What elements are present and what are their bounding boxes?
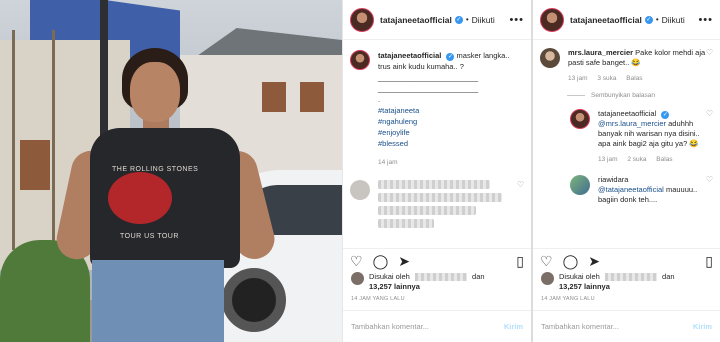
post-caption-panel: tatajaneetaofficial ✓ • Diikuti ••• tata… xyxy=(342,0,531,342)
comment-likes[interactable]: 3 suka xyxy=(597,75,616,82)
hide-replies-label[interactable]: Sembunyikan balasan xyxy=(591,92,655,99)
heart-icon[interactable]: ♡ xyxy=(517,180,524,189)
heart-icon[interactable]: ♡ xyxy=(706,109,713,165)
jeans xyxy=(92,260,224,342)
bookmark-icon[interactable]: ▯ xyxy=(705,253,713,270)
emoji: 😂 xyxy=(689,139,699,148)
comment-time: 13 jam xyxy=(568,75,588,82)
comment-composer: Kirim xyxy=(343,310,531,342)
send-button[interactable]: Kirim xyxy=(693,322,712,331)
post-header: tatajaneetaofficial ✓ • Diikuti ••• xyxy=(533,0,720,40)
post-photo[interactable]: THE ROLLING STONES TOUR US TOUR xyxy=(0,0,342,342)
avatar xyxy=(541,272,554,285)
follow-status[interactable]: Diikuti xyxy=(472,15,495,25)
hashtag[interactable]: #ngahuleng xyxy=(378,116,510,127)
hashtag[interactable]: #enjoylife xyxy=(378,127,510,138)
caption-avatar[interactable] xyxy=(350,50,370,70)
hide-replies[interactable]: Sembunyikan balasan xyxy=(533,84,720,99)
comment: mrs.laura_mercier Pake kolor mehdi aja p… xyxy=(533,40,720,84)
blurred-name xyxy=(414,273,467,282)
share-icon[interactable]: ➤ xyxy=(398,253,410,270)
heart-icon[interactable]: ♡ xyxy=(350,253,363,270)
caption-time: 14 jam xyxy=(378,159,398,166)
reply-time: 13 jam xyxy=(598,156,618,163)
comment-input[interactable] xyxy=(351,322,504,331)
likes-suffix: dan xyxy=(662,272,675,281)
emoji: 😂 xyxy=(631,58,641,67)
post-comments-panel: tatajaneetaofficial ✓ • Diikuti ••• mrs.… xyxy=(531,0,720,342)
instagram-post-screenshot: THE ROLLING STONES TOUR US TOUR tatajane… xyxy=(0,0,720,342)
blurred-name xyxy=(604,273,657,282)
likes-summary: Disukai oleh dan 13,257 lainnya xyxy=(541,272,675,292)
reply-button[interactable]: Balas xyxy=(656,156,672,163)
verified-icon: ✓ xyxy=(644,15,653,24)
send-button[interactable]: Kirim xyxy=(504,322,523,331)
more-icon[interactable]: ••• xyxy=(698,14,713,26)
comment-composer: Kirim xyxy=(533,310,720,342)
comment-icon[interactable]: ◯ xyxy=(373,253,389,270)
tongue-logo xyxy=(108,172,172,224)
caption-text-1: masker langka.. xyxy=(456,51,510,60)
likes-summary: Disukai oleh dan 13,257 lainnya xyxy=(351,272,485,292)
caption-username[interactable]: tatajaneetaofficial xyxy=(378,51,441,60)
likes-prefix: Disukai oleh xyxy=(369,272,410,281)
reply: tatajaneetaofficial ✓ @mrs.laura_mercier… xyxy=(533,99,720,165)
follow-status[interactable]: Diikuti xyxy=(662,15,685,25)
verified-icon: ✓ xyxy=(661,111,670,119)
post-timestamp: 14 JAM YANG LALU xyxy=(351,296,405,302)
reply: riawidara @tatajaneetaofficial mauuuu.. … xyxy=(533,165,720,205)
avatar xyxy=(350,180,370,200)
more-icon[interactable]: ••• xyxy=(509,14,524,26)
post-header: tatajaneetaofficial ✓ • Diikuti ••• xyxy=(343,0,531,40)
post-timestamp: 14 JAM YANG LALU xyxy=(541,296,595,302)
face xyxy=(130,62,180,122)
comment-input[interactable] xyxy=(541,322,693,331)
verified-icon: ✓ xyxy=(446,53,455,61)
action-bar: ♡ ◯ ➤ ▯ xyxy=(533,248,720,270)
avatar[interactable] xyxy=(350,7,374,32)
caption-divider: ________________________ xyxy=(378,84,479,93)
avatar[interactable] xyxy=(570,175,590,195)
reply-username[interactable]: riawidara xyxy=(598,175,628,184)
avatar xyxy=(351,272,364,285)
likes-suffix: dan xyxy=(472,272,485,281)
car-wheel xyxy=(222,268,286,332)
verified-icon: ✓ xyxy=(454,15,463,24)
hashtag[interactable]: #tatajaneeta xyxy=(378,105,510,116)
mention[interactable]: @mrs.laura_mercier xyxy=(598,119,666,128)
heart-icon[interactable]: ♡ xyxy=(540,253,553,270)
comment-icon[interactable]: ◯ xyxy=(563,253,579,270)
reply-username[interactable]: tatajaneetaofficial xyxy=(598,109,656,118)
caption: tatajaneetaofficial ✓ masker langka.. tr… xyxy=(343,40,531,168)
shirt-text-top: THE ROLLING STONES xyxy=(112,166,199,173)
likes-prefix: Disukai oleh xyxy=(559,272,600,281)
likes-count[interactable]: 13,257 lainnya xyxy=(369,282,420,291)
blurred-comment: ♡ xyxy=(343,168,531,232)
avatar[interactable] xyxy=(540,48,560,68)
bookmark-icon[interactable]: ▯ xyxy=(516,253,524,270)
avatar[interactable] xyxy=(540,7,564,32)
reply-button[interactable]: Balas xyxy=(626,75,642,82)
comment-username[interactable]: mrs.laura_mercier xyxy=(568,48,633,57)
avatar[interactable] xyxy=(570,109,590,129)
likes-count[interactable]: 13,257 lainnya xyxy=(559,282,610,291)
action-bar: ♡ ◯ ➤ ▯ xyxy=(343,248,531,270)
hashtag[interactable]: #blessed xyxy=(378,138,510,149)
reply-likes[interactable]: 2 suka xyxy=(627,156,646,163)
shirt-text-bottom: TOUR US TOUR xyxy=(120,233,179,240)
heart-icon[interactable]: ♡ xyxy=(706,175,713,205)
caption-text-2: trus aink kudu kumaha.. ? xyxy=(378,62,464,71)
share-icon[interactable]: ➤ xyxy=(588,253,600,270)
heart-icon[interactable]: ♡ xyxy=(706,48,713,84)
username[interactable]: tatajaneetaofficial xyxy=(570,15,642,25)
caption-dot: . xyxy=(378,95,381,104)
caption-divider: ________________________ xyxy=(378,73,479,82)
username[interactable]: tatajaneetaofficial xyxy=(380,15,452,25)
mention[interactable]: @tatajaneetaofficial xyxy=(598,185,664,194)
